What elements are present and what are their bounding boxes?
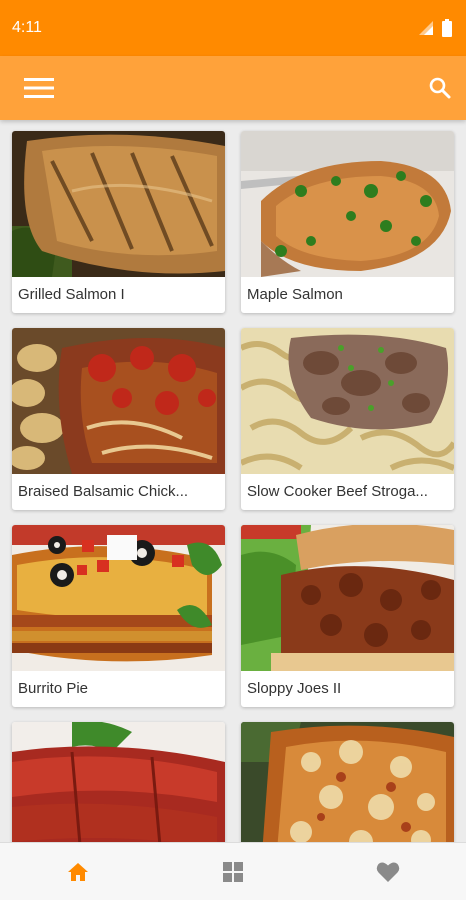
nav-favorites[interactable] (348, 843, 428, 900)
recipe-title: Sloppy Joes II (247, 680, 342, 697)
recipe-card[interactable]: Sloppy Joes II (241, 525, 454, 707)
grid-icon (222, 861, 243, 882)
status-bar: 4:11 (0, 0, 466, 56)
recipe-card[interactable] (12, 722, 225, 842)
app-bar (0, 56, 466, 120)
recipe-card[interactable]: Slow Cooker Beef Stroga... (241, 328, 454, 510)
bottom-navigation (0, 842, 466, 900)
nav-home[interactable] (38, 843, 118, 900)
recipe-card[interactable] (241, 722, 454, 842)
home-icon (67, 862, 88, 881)
battery-icon (442, 19, 452, 37)
recipe-image (241, 525, 454, 671)
recipe-image (241, 722, 454, 842)
menu-button[interactable] (24, 77, 54, 99)
search-icon (429, 77, 451, 99)
heart-icon (377, 862, 400, 882)
recipe-image (12, 722, 225, 842)
recipe-image (12, 525, 225, 671)
recipe-title: Grilled Salmon I (18, 286, 125, 303)
recipe-card[interactable]: Burrito Pie (12, 525, 225, 707)
recipe-image (12, 131, 225, 277)
recipe-grid: Grilled Salmon I Maple Salmon Braised Ba… (0, 120, 466, 842)
recipe-image (241, 131, 454, 277)
recipe-title: Slow Cooker Beef Stroga... (247, 483, 428, 500)
recipe-image (12, 328, 225, 474)
recipe-card[interactable]: Maple Salmon (241, 131, 454, 313)
system-icons (418, 19, 452, 37)
search-button[interactable] (428, 76, 452, 100)
recipe-title: Burrito Pie (18, 680, 89, 697)
hamburger-menu-icon (24, 78, 54, 98)
recipe-image (241, 328, 454, 474)
signal-icon (419, 21, 433, 35)
recipe-title: Maple Salmon (247, 286, 343, 303)
nav-categories[interactable] (193, 843, 273, 900)
recipe-title: Braised Balsamic Chick... (18, 483, 189, 500)
recipe-card[interactable]: Braised Balsamic Chick... (12, 328, 225, 510)
recipe-card[interactable]: Grilled Salmon I (12, 131, 225, 313)
status-time: 4:11 (12, 19, 42, 36)
